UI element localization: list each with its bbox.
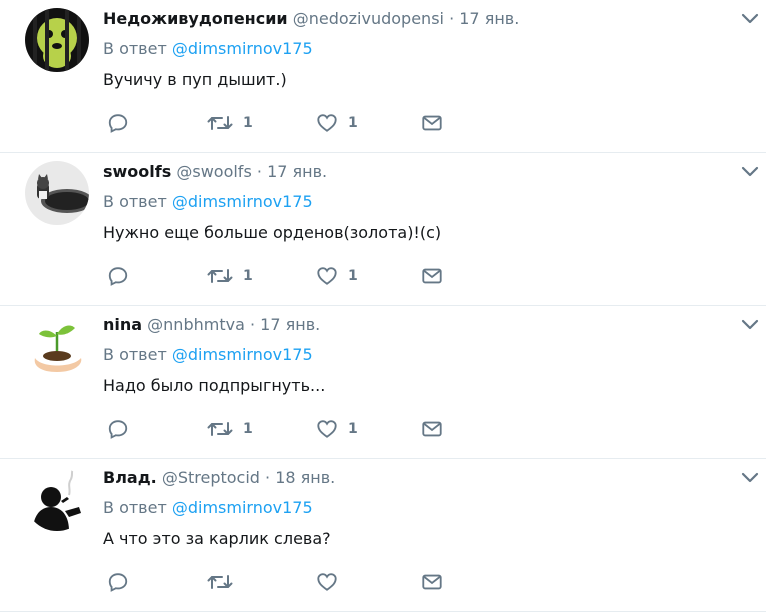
retweet-button[interactable]: 1 [207,110,253,136]
reply-icon [108,420,128,439]
retweet-count: 1 [243,115,253,131]
chevron-down-icon[interactable] [739,316,761,334]
replying-prefix: В ответ [103,192,167,211]
user-handle[interactable]: @swoolfs [176,162,251,181]
direct-message-button[interactable] [421,263,443,289]
chevron-down-icon[interactable] [739,469,761,487]
avatar[interactable] [25,8,89,72]
mention-link[interactable]: @dimsmirnov175 [172,345,313,364]
tweet-actions: 1 1 [103,416,463,442]
retweet-button[interactable]: 1 [207,416,253,442]
mention-link[interactable]: @dimsmirnov175 [172,39,313,58]
retweet-icon [207,269,233,283]
avatar-smoking-silhouette-icon [25,467,89,531]
replying-to: В ответ @dimsmirnov175 [103,497,313,519]
replying-prefix: В ответ [103,39,167,58]
replying-to: В ответ @dimsmirnov175 [103,191,313,213]
like-button[interactable] [316,569,348,595]
avatar-sprout-in-hand-icon [25,314,89,378]
chevron-down-icon[interactable] [739,10,761,28]
tweet-text: Надо было подпрыгнуть... [103,376,326,395]
display-name[interactable]: swoolfs [103,162,171,181]
heart-icon [317,267,337,285]
retweet-icon [207,575,233,589]
envelope-icon [422,115,442,131]
reply-icon [108,573,128,592]
reply-button[interactable] [107,110,129,136]
heart-icon [317,573,337,591]
display-name[interactable]: Влад. [103,468,157,487]
replying-to: В ответ @dimsmirnov175 [103,38,313,60]
retweet-button[interactable]: 1 [207,263,253,289]
direct-message-button[interactable] [421,569,443,595]
avatar[interactable] [25,161,89,225]
display-name[interactable]: Недоживудопенсии [103,9,288,28]
tweet[interactable]: nina @nnbhmtva · 17 янв. В ответ @dimsmi… [0,306,766,459]
reply-button[interactable] [107,263,129,289]
tweet-actions: 1 1 [103,263,463,289]
tweet[interactable]: swoolfs @swoolfs · 17 янв. В ответ @dims… [0,153,766,306]
like-count: 1 [348,421,358,437]
tweet-actions: 1 1 [103,110,463,136]
tweet-header: swoolfs @swoolfs · 17 янв. [103,161,327,183]
like-button[interactable]: 1 [316,110,358,136]
envelope-icon [422,574,442,590]
envelope-icon [422,421,442,437]
avatar[interactable] [25,467,89,531]
replying-prefix: В ответ [103,498,167,517]
retweet-button[interactable] [207,569,243,595]
reply-button[interactable] [107,569,129,595]
tweet-header: nina @nnbhmtva · 17 янв. [103,314,320,336]
retweet-icon [207,116,233,130]
heart-icon [317,420,337,438]
user-handle[interactable]: @Streptocid [162,468,260,487]
avatar[interactable] [25,314,89,378]
like-count: 1 [348,268,358,284]
like-button[interactable]: 1 [316,416,358,442]
tweet-header: Влад. @Streptocid · 18 янв. [103,467,335,489]
replying-to: В ответ @dimsmirnov175 [103,344,313,366]
separator-dot: · [249,315,256,334]
replying-prefix: В ответ [103,345,167,364]
user-handle[interactable]: @nedozivudopensi [293,9,444,28]
tweet-text: Нужно еще больше орденов(золота)!(с) [103,223,442,242]
avatar-caged-animal-icon [25,8,89,72]
tweet-header: Недоживудопенсии @nedozivudopensi · 17 я… [103,8,519,30]
like-button[interactable]: 1 [316,263,358,289]
separator-dot: · [256,162,262,181]
like-count: 1 [348,115,358,131]
tweet[interactable]: Влад. @Streptocid · 18 янв. В ответ @dim… [0,459,766,612]
tweet[interactable]: Недоживудопенсии @nedozivudopensi · 17 я… [0,0,766,153]
retweet-count: 1 [243,421,253,437]
avatar-cat-photo-icon [25,161,89,225]
timestamp[interactable]: 17 янв. [267,162,327,181]
display-name[interactable]: nina [103,315,142,334]
mention-link[interactable]: @dimsmirnov175 [172,192,313,211]
tweet-text: Вучичу в пуп дышит.) [103,70,287,89]
timestamp[interactable]: 18 янв. [275,468,335,487]
chevron-down-icon[interactable] [739,163,761,181]
timestamp[interactable]: 17 янв. [459,9,519,28]
reply-icon [108,267,128,286]
reply-icon [108,114,128,133]
heart-icon [317,114,337,132]
tweet-actions [103,569,463,595]
reply-button[interactable] [107,416,129,442]
direct-message-button[interactable] [421,416,443,442]
tweet-text: А что это за карлик слева? [103,529,331,548]
separator-dot: · [449,9,455,28]
envelope-icon [422,268,442,284]
retweet-count: 1 [243,268,253,284]
mention-link[interactable]: @dimsmirnov175 [172,498,313,517]
user-handle[interactable]: @nnbhmtva [147,315,245,334]
direct-message-button[interactable] [421,110,443,136]
retweet-icon [207,422,233,436]
timestamp[interactable]: 17 янв. [260,315,320,334]
separator-dot: · [265,468,271,487]
